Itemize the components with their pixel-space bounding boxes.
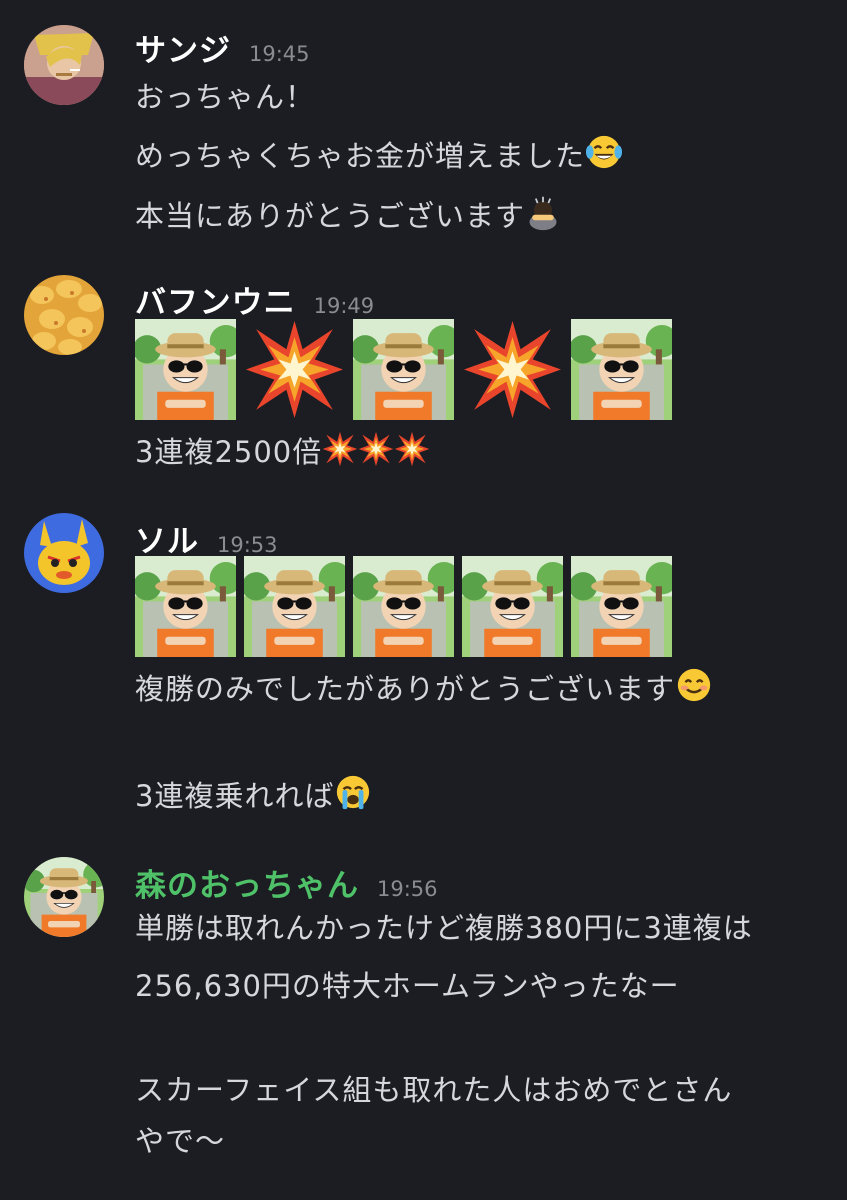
message-text: 単勝は取れんかったけど複勝380円に3連複は — [135, 911, 753, 945]
message-text: めっちゃくちゃお金が増えました — [135, 133, 623, 178]
timestamp: 19:56 — [377, 877, 438, 901]
ojisan-sticker-icon[interactable] — [571, 556, 672, 657]
message-text: 本当にありがとうございます — [135, 193, 561, 238]
collision-emoji-icon — [394, 431, 430, 474]
ojisan-sticker-icon[interactable] — [353, 556, 454, 657]
ojisan-sticker-icon[interactable] — [135, 319, 236, 420]
author-name[interactable]: ソル — [135, 516, 199, 561]
timestamp: 19:53 — [217, 533, 278, 557]
message-text: 256,630円の特大ホームランやったなー — [135, 969, 680, 1003]
ojisan-sticker-icon[interactable] — [244, 556, 345, 657]
collision-emoji-icon — [244, 319, 345, 420]
message-text: おっちゃん！ — [135, 80, 316, 114]
timestamp: 19:49 — [313, 294, 375, 318]
message-text: 複勝のみでしたがありがとうございます — [135, 666, 713, 711]
sticker-row — [135, 319, 672, 420]
avatar-sanji[interactable] — [24, 25, 104, 105]
ojisan-sticker-icon[interactable] — [462, 556, 563, 657]
avatar-bafununi[interactable] — [24, 275, 104, 355]
message-text: 3連複乗れれば — [135, 773, 372, 818]
timestamp: 19:45 — [249, 42, 310, 66]
crying-face-emoji-icon — [334, 773, 372, 818]
ojisan-sticker-icon[interactable] — [135, 556, 236, 657]
collision-emoji-icon — [358, 431, 394, 474]
message-text: 3連複2500倍 — [135, 429, 430, 474]
author-name[interactable]: 森のおっちゃん — [135, 860, 359, 905]
message-text: スカーフェイス組も取れた人はおめでとさん — [135, 1073, 733, 1107]
author-name[interactable]: サンジ — [135, 25, 231, 70]
ojisan-sticker-icon[interactable] — [571, 319, 672, 420]
author-name[interactable]: バフンウニ — [135, 277, 296, 322]
avatar-sol[interactable] — [24, 513, 104, 593]
smiling-face-emoji-icon — [675, 666, 713, 711]
collision-emoji-icon — [462, 319, 563, 420]
bowing-person-emoji-icon — [525, 195, 561, 238]
collision-emoji-icon — [322, 431, 358, 474]
laughing-tears-emoji-icon — [585, 133, 623, 178]
ojisan-sticker-icon[interactable] — [353, 319, 454, 420]
avatar-mori-no-occhan[interactable] — [24, 857, 104, 937]
sticker-row — [135, 556, 672, 657]
message-text: やで〜 — [135, 1124, 226, 1158]
